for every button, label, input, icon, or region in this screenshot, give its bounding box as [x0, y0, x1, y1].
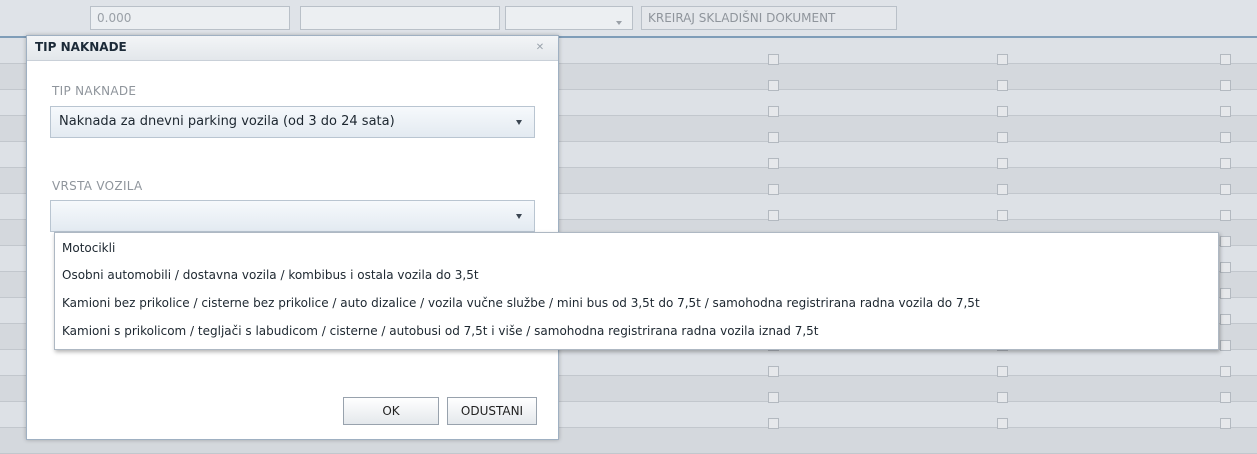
chevron-down-icon[interactable] — [516, 214, 522, 219]
create-document-button[interactable]: KREIRAJ SKLADIŠNI DOKUMENT — [641, 6, 897, 30]
amount-value: 0.000 — [97, 11, 132, 25]
background-select[interactable] — [505, 6, 633, 30]
fee-type-value: Naknada za dnevni parking vozila (od 3 d… — [59, 114, 395, 129]
background-checkbox[interactable] — [1220, 314, 1231, 325]
background-checkbox[interactable] — [997, 132, 1008, 143]
background-checkbox[interactable] — [768, 366, 779, 377]
background-checkbox[interactable] — [768, 418, 779, 429]
background-checkbox[interactable] — [997, 158, 1008, 169]
dialog-title: TIP NAKNADE — [35, 40, 127, 54]
background-toolbar: 0.000 KREIRAJ SKLADIŠNI DOKUMENT — [0, 0, 1257, 38]
background-checkbox[interactable] — [1220, 210, 1231, 221]
background-checkbox[interactable] — [1220, 366, 1231, 377]
vehicle-type-label: VRSTA VOZILA — [52, 179, 143, 193]
background-field[interactable] — [300, 6, 500, 30]
background-checkbox[interactable] — [997, 184, 1008, 195]
dialog-header: TIP NAKNADE ✕ — [27, 36, 558, 61]
background-checkbox[interactable] — [1220, 340, 1231, 351]
background-checkbox[interactable] — [997, 392, 1008, 403]
background-checkbox[interactable] — [768, 80, 779, 91]
dropdown-option-trucks-no-trailer[interactable]: Kamioni bez prikolice / cisterne bez pri… — [62, 291, 1212, 315]
background-checkbox[interactable] — [1220, 288, 1231, 299]
fee-type-label: TIP NAKNADE — [52, 84, 137, 98]
amount-field[interactable]: 0.000 — [90, 6, 290, 30]
close-icon[interactable]: ✕ — [533, 41, 547, 55]
background-checkbox[interactable] — [1220, 158, 1231, 169]
cancel-button[interactable]: ODUSTANI — [447, 397, 537, 425]
background-checkbox[interactable] — [997, 210, 1008, 221]
background-checkbox[interactable] — [1220, 392, 1231, 403]
background-checkbox[interactable] — [997, 366, 1008, 377]
background-checkbox[interactable] — [1220, 262, 1231, 273]
dropdown-option-motorcycles[interactable]: Motocikli — [62, 236, 1212, 260]
ok-button[interactable]: OK — [343, 397, 439, 425]
background-checkbox[interactable] — [997, 418, 1008, 429]
background-checkbox[interactable] — [997, 80, 1008, 91]
background-checkbox[interactable] — [997, 106, 1008, 117]
chevron-down-icon — [616, 21, 622, 25]
vehicle-type-select[interactable] — [50, 200, 535, 232]
background-checkbox[interactable] — [1220, 54, 1231, 65]
background-checkbox[interactable] — [1220, 236, 1231, 247]
background-checkbox[interactable] — [1220, 106, 1231, 117]
create-document-label: KREIRAJ SKLADIŠNI DOKUMENT — [648, 11, 836, 25]
background-checkbox[interactable] — [768, 158, 779, 169]
background-checkbox[interactable] — [768, 132, 779, 143]
background-checkbox[interactable] — [997, 54, 1008, 65]
vehicle-type-dropdown-list: Motocikli Osobni automobili / dostavna v… — [54, 232, 1219, 350]
background-checkbox[interactable] — [1220, 132, 1231, 143]
background-checkbox[interactable] — [768, 184, 779, 195]
background-checkbox[interactable] — [1220, 418, 1231, 429]
background-checkbox[interactable] — [768, 392, 779, 403]
background-checkbox[interactable] — [768, 106, 779, 117]
background-checkbox[interactable] — [1220, 184, 1231, 195]
fee-type-select[interactable]: Naknada za dnevni parking vozila (od 3 d… — [50, 106, 535, 138]
dropdown-option-cars[interactable]: Osobni automobili / dostavna vozila / ko… — [62, 263, 1212, 287]
chevron-down-icon[interactable] — [516, 120, 522, 125]
background-checkbox[interactable] — [1220, 80, 1231, 91]
background-checkbox[interactable] — [768, 54, 779, 65]
dropdown-option-trucks-with-trailer[interactable]: Kamioni s prikolicom / tegljači s labudi… — [62, 319, 1212, 343]
background-checkbox[interactable] — [768, 210, 779, 221]
